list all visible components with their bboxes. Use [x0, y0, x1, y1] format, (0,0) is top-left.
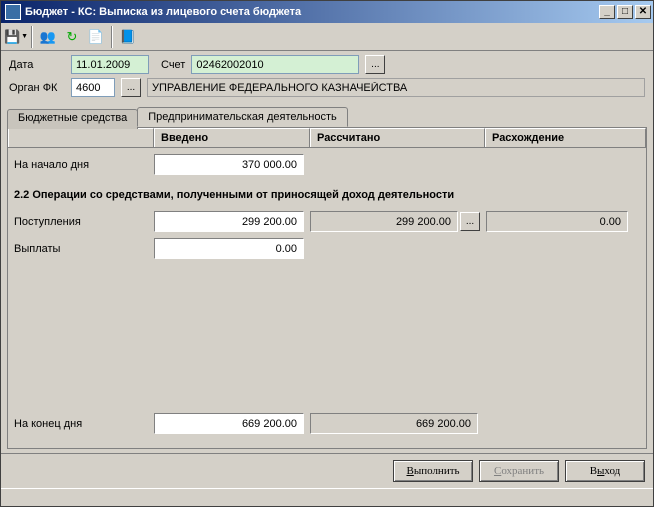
execute-button[interactable]: Выполнить [393, 460, 473, 482]
app-window: Бюджет - КС: Выписка из лицевого счета б… [0, 0, 654, 507]
people-icon[interactable]: 👥 [37, 26, 59, 48]
organ-label: Орган ФК [9, 82, 65, 94]
incoming-diff: 0.00 [486, 211, 628, 232]
row-begin: На начало дня 370 000.00 [12, 154, 642, 175]
account-label: Счет [161, 59, 185, 71]
grid-spacer [12, 265, 642, 413]
tab-bar: Бюджетные средства Предпринимательская д… [7, 107, 647, 127]
refresh-icon[interactable]: ↻ [61, 26, 83, 48]
organ-name-field [147, 78, 645, 97]
begin-label: На начало дня [12, 159, 154, 171]
account-lookup-button[interactable]: ... [365, 55, 385, 74]
end-entered[interactable]: 669 200.00 [154, 413, 304, 434]
payments-entered[interactable]: 0.00 [154, 238, 304, 259]
doc-icon[interactable]: 📄 [85, 26, 107, 48]
form-area: Дата Счет ... Орган ФК ... [1, 51, 653, 105]
close-button[interactable]: ✕ [635, 5, 651, 19]
toolbar-separator [111, 26, 113, 48]
tab-business[interactable]: Предпринимательская деятельность [137, 107, 347, 127]
save-button: Сохранить [479, 460, 559, 482]
incoming-calc: 299 200.00 [310, 211, 458, 232]
row-end: На конец дня 669 200.00 669 200.00 [12, 413, 642, 434]
organ-lookup-button[interactable]: ... [121, 78, 141, 97]
toolbar: 💾▼ 👥 ↻ 📄 📘 [1, 23, 653, 51]
grid-header-calculated: Рассчитано [310, 128, 485, 147]
toolbar-separator [31, 26, 33, 48]
end-calc: 669 200.00 [310, 413, 478, 434]
account-input[interactable] [191, 55, 359, 74]
grid-body: На начало дня 370 000.00 2.2 Операции со… [8, 148, 646, 448]
end-label: На конец дня [12, 418, 154, 430]
maximize-button[interactable]: □ [617, 5, 633, 19]
section-title: 2.2 Операции со средствами, полученными … [12, 181, 642, 211]
incoming-label: Поступления [12, 216, 154, 228]
grid-header: Введено Рассчитано Расхождение [8, 128, 646, 148]
row-payments: Выплаты 0.00 [12, 238, 642, 259]
app-icon [5, 4, 21, 20]
grid-header-diff: Расхождение [485, 128, 646, 147]
save-icon[interactable]: 💾▼ [5, 26, 27, 48]
row-incoming: Поступления 299 200.00 299 200.00 ... 0.… [12, 211, 642, 232]
organ-input[interactable] [71, 78, 115, 97]
tab-budget[interactable]: Бюджетные средства [7, 109, 138, 129]
grid-header-entered: Введено [154, 128, 310, 147]
grid-header-blank [8, 128, 154, 147]
minimize-button[interactable]: _ [599, 5, 615, 19]
statusbar [1, 488, 653, 506]
begin-entered[interactable]: 370 000.00 [154, 154, 304, 175]
date-label: Дата [9, 59, 65, 71]
bottom-bar: Выполнить Сохранить Выход [1, 453, 653, 488]
incoming-entered[interactable]: 299 200.00 [154, 211, 304, 232]
exit-button[interactable]: Выход [565, 460, 645, 482]
incoming-lookup-button[interactable]: ... [460, 212, 480, 231]
date-input[interactable] [71, 55, 149, 74]
grid-panel: Введено Рассчитано Расхождение На начало… [7, 128, 647, 449]
titlebar: Бюджет - КС: Выписка из лицевого счета б… [1, 1, 653, 23]
window-title: Бюджет - КС: Выписка из лицевого счета б… [25, 6, 599, 18]
payments-label: Выплаты [12, 243, 154, 255]
book-icon[interactable]: 📘 [117, 26, 139, 48]
